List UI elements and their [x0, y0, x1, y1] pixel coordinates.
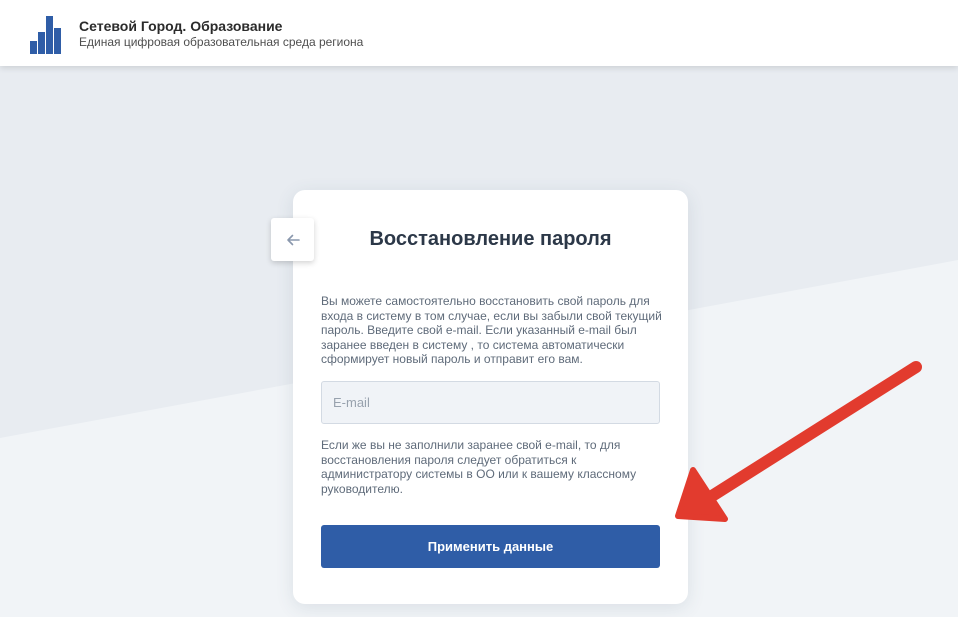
email-field[interactable]: [321, 381, 660, 424]
apply-button[interactable]: Применить данные: [321, 525, 660, 568]
brand-subtitle: Единая цифровая образовательная среда ре…: [79, 35, 364, 49]
arrow-left-icon: [286, 234, 300, 245]
password-recovery-card: Восстановление пароля Вы можете самостоя…: [293, 190, 688, 604]
site-header: Сетевой Город. Образование Единая цифров…: [0, 0, 958, 66]
brand-title: Сетевой Город. Образование: [79, 18, 283, 34]
recovery-description: Вы можете самостоятельно восстановить св…: [321, 294, 662, 366]
city-buildings-logo[interactable]: [28, 14, 64, 54]
recovery-note: Если же вы не заполнили заранее свой e-m…: [321, 438, 637, 496]
back-button[interactable]: [271, 218, 314, 261]
page-title: Восстановление пароля: [369, 228, 612, 250]
